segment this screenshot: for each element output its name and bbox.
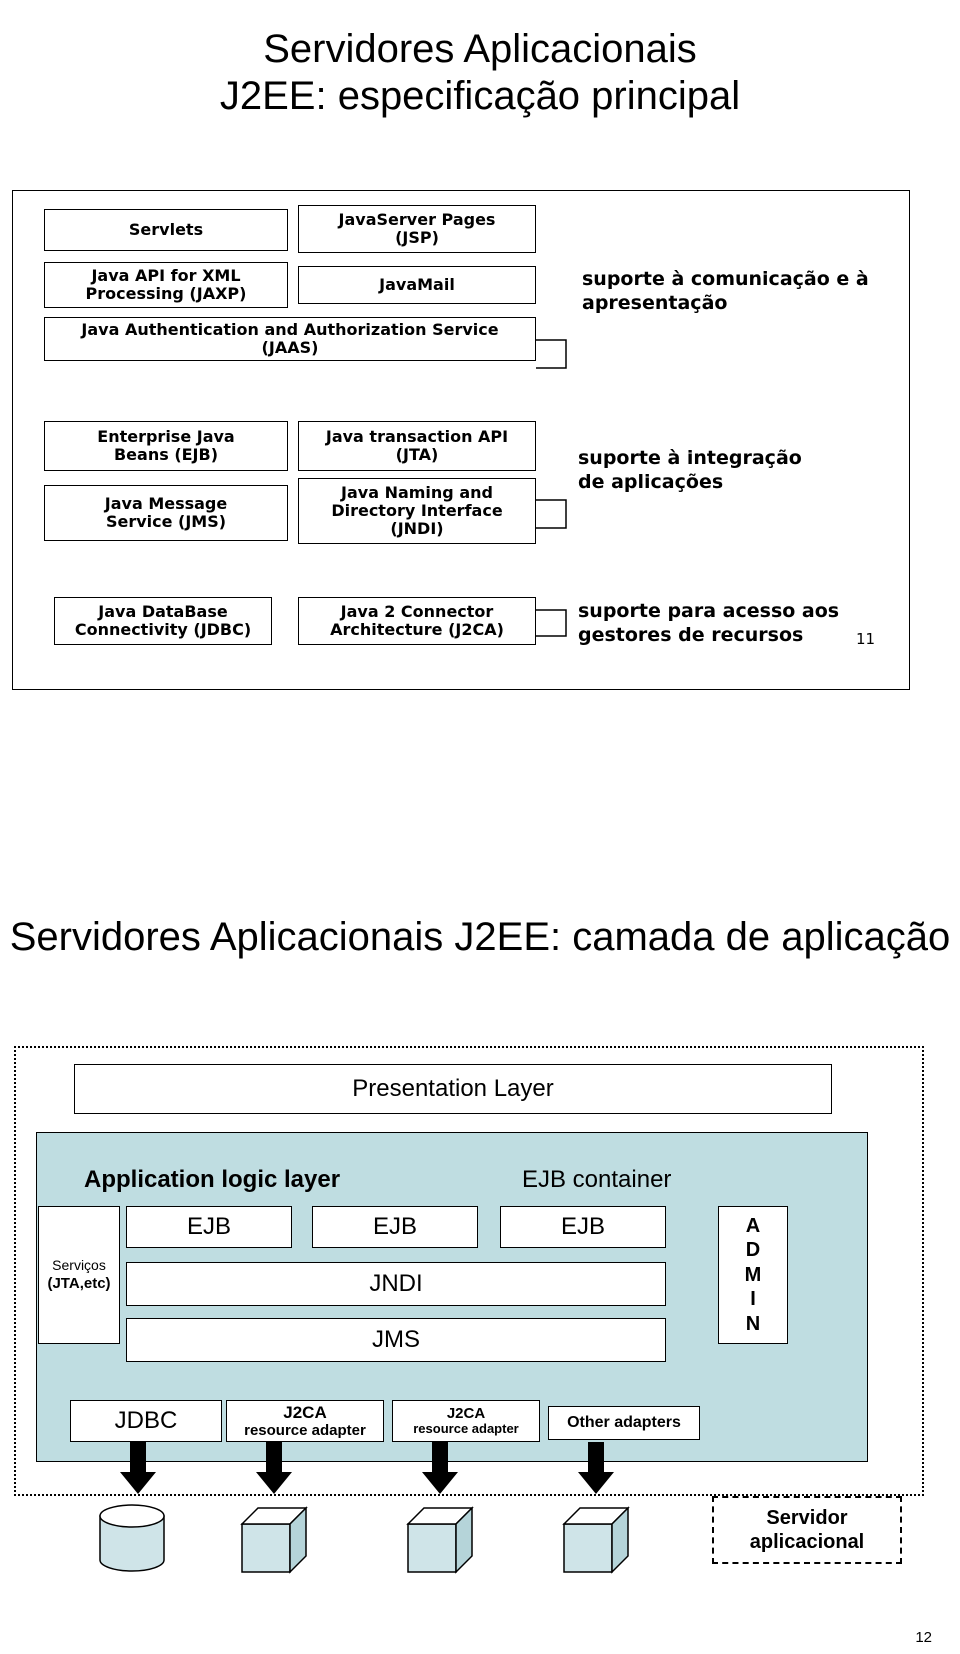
slide-11: Servidores Aplicacionais J2EE: especific…: [0, 0, 960, 720]
admin-box: A D M I N: [718, 1206, 788, 1344]
j2ca-adapter-2-line1: J2CA: [446, 1404, 486, 1422]
spec-box-javamail: JavaMail: [298, 266, 536, 304]
j2ca-adapter-2-line2: resource adapter: [413, 1421, 519, 1437]
ejb-box-2: EJB: [312, 1206, 478, 1248]
slide-12-title-line1: Servidores Aplicacionais: [9, 915, 444, 959]
slide-12: Servidores Aplicacionais J2EE: camada de…: [0, 900, 960, 1654]
spec-box-servlets: Servlets: [44, 209, 288, 251]
j2ca-adapter-box-2: J2CA resource adapter: [392, 1400, 540, 1442]
slide-11-title-line1: Servidores Aplicacionais: [263, 27, 697, 71]
spec-box-jaxp: Java API for XML Processing (JAXP): [44, 262, 288, 308]
slide-12-title-line2: J2EE: camada de aplicação: [454, 915, 951, 959]
application-logic-layer-label: Application logic layer: [84, 1166, 341, 1193]
jndi-box: JNDI: [126, 1262, 666, 1306]
spec-box-jndi: Java Naming and Directory Interface (JND…: [298, 478, 536, 544]
spec-box-jaas: Java Authentication and Authorization Se…: [44, 317, 536, 361]
servicos-box: Serviços (JTA,etc): [38, 1206, 120, 1344]
spec-box-ejb: Enterprise Java Beans (EJB): [44, 421, 288, 471]
presentation-layer-box: Presentation Layer: [74, 1064, 832, 1114]
spec-side-text-presentation: suporte à comunicação e à apresentação: [582, 268, 869, 314]
servidor-aplicacional-box: Servidor aplicacional: [712, 1496, 902, 1564]
spec-box-jsp: JavaServer Pages (JSP): [298, 205, 536, 253]
spec-side-text-integration: suporte à integração de aplicações: [578, 447, 802, 493]
servicos-line1: Serviços: [52, 1257, 106, 1274]
spec-box-j2ca: Java 2 Connector Architecture (J2CA): [298, 597, 536, 645]
jms-box: JMS: [126, 1318, 666, 1362]
admin-letter-a: A: [745, 1215, 761, 1238]
slide-11-title-line2: J2EE: especificação principal: [219, 74, 741, 119]
spec-box-jta: Java transaction API (JTA): [298, 421, 536, 471]
ejb-box-3: EJB: [500, 1206, 666, 1248]
slide-12-page-number: 12: [915, 1629, 932, 1646]
ejb-box-1: EJB: [126, 1206, 292, 1248]
admin-letter-d: D: [745, 1239, 761, 1262]
spec-box-jms: Java Message Service (JMS): [44, 485, 288, 541]
j2ca-adapter-box-1: J2CA resource adapter: [226, 1400, 384, 1442]
jdbc-box: JDBC: [70, 1400, 222, 1442]
spec-box-jdbc: Java DataBase Connectivity (JDBC): [54, 597, 272, 645]
servicos-line2: (JTA,etc): [47, 1275, 111, 1293]
other-adapters-box: Other adapters: [548, 1406, 700, 1440]
j2ca-adapter-1-line2: resource adapter: [244, 1422, 366, 1440]
ejb-container-label: EJB container: [522, 1166, 672, 1193]
slide-11-title: Servidores Aplicacionais J2EE: especific…: [0, 0, 960, 120]
slide-12-title: Servidores Aplicacionais J2EE: camada de…: [0, 900, 960, 961]
slide-11-page-number: 11: [856, 630, 876, 648]
admin-letter-i: I: [750, 1288, 756, 1311]
j2ca-adapter-1-line1: J2CA: [283, 1402, 327, 1422]
admin-letter-n: N: [745, 1312, 761, 1335]
admin-letter-m: M: [744, 1263, 762, 1286]
